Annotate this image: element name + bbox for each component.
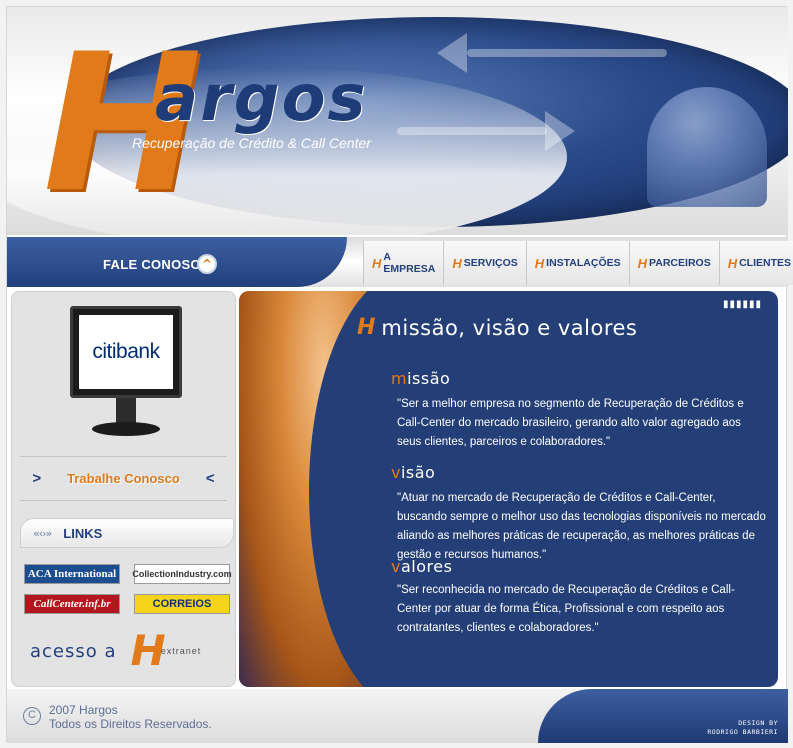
menu-item-label: SERVIÇOS: [463, 257, 518, 269]
monitor-screen: citibank: [79, 315, 173, 389]
menu-item-instalacoes[interactable]: H INSTALAÇÕES: [525, 241, 629, 285]
footer: C 2007 Hargos Todos os Direitos Reservad…: [7, 689, 788, 743]
left-sidebar: citibank > Trabalhe Conosco < «‹›» LINKS…: [11, 291, 236, 687]
panel-dots-icon: ▮▮▮▮▮▮: [722, 299, 762, 310]
menu-item-label: PARCEIROS: [649, 257, 711, 269]
links-header: «‹›» LINKS: [20, 518, 234, 548]
menu-item-label: CLIENTES: [739, 257, 792, 269]
menu-item-clientes[interactable]: H CLIENTES: [718, 241, 793, 285]
hargos-mini-icon: H: [637, 255, 648, 271]
copyright-text: 2007 Hargos Todos os Direitos Reservados…: [49, 703, 212, 731]
menu-item-label: A EMPRESA: [383, 251, 436, 275]
section-text-valores: "Ser reconhecida no mercado de Recuperaç…: [397, 584, 735, 634]
double-arrows-icon: «‹›»: [33, 526, 52, 540]
page: H argos Recuperação de Crédito & Call Ce…: [6, 6, 793, 743]
partner-collection-industry[interactable]: CollectionIndustry.com: [132, 564, 232, 584]
logo-word: argos: [155, 62, 368, 136]
client-logo: citibank: [92, 340, 160, 363]
menu-item-empresa[interactable]: H A EMPRESA: [363, 241, 444, 285]
hargos-mini-icon: H: [372, 255, 382, 271]
divider: [20, 456, 227, 457]
navbar: FALE CONOSCO ^ H A EMPRESA H SERVIÇOS H …: [7, 237, 793, 287]
monitor-image[interactable]: citibank: [70, 306, 182, 398]
copyright-icon: C: [23, 707, 41, 725]
chevron-left-icon: <: [205, 469, 215, 487]
section-heading-missao: missão: [391, 369, 450, 388]
designer-credit[interactable]: DESIGN BY RODRIGO BARBIERI: [707, 719, 778, 737]
main-menu: H A EMPRESA H SERVIÇOS H INSTALAÇÕES H P…: [363, 241, 793, 285]
arrow-left-head: [437, 33, 467, 73]
section-rest: isão: [400, 463, 436, 482]
partner-callcenter[interactable]: CallCenter.inf.br: [24, 594, 120, 614]
call-center-operator-image: [647, 87, 767, 207]
partner-correios[interactable]: CORREIOS: [134, 594, 230, 614]
access-label: acesso a: [30, 640, 117, 662]
header-banner: H argos Recuperação de Crédito & Call Ce…: [7, 7, 788, 235]
work-with-us-label: Trabalhe Conosco: [67, 470, 180, 486]
section-rest: issão: [407, 369, 451, 388]
menu-item-servicos[interactable]: H SERVIÇOS: [443, 241, 526, 285]
design-by-label: DESIGN BY: [738, 719, 778, 727]
arrow-left-decoration: [467, 49, 667, 57]
logo-tagline: Recuperação de Crédito & Call Center: [132, 135, 371, 151]
divider: [20, 500, 227, 501]
section-initial: m: [391, 369, 408, 388]
menu-item-label: INSTALAÇÕES: [546, 257, 621, 269]
links-title: LINKS: [63, 525, 103, 541]
hargos-mini-icon: H: [357, 315, 376, 340]
chevron-up-icon[interactable]: ^: [197, 254, 217, 274]
page-title-text: missão, visão e valores: [381, 315, 638, 340]
monitor-base: [92, 422, 160, 436]
section-text-missao: "Ser a melhor empresa no segmento de Rec…: [397, 398, 744, 448]
main-content-panel: ▮▮▮▮▮▮ H missão, visão e valores missão …: [239, 291, 778, 687]
menu-item-parceiros[interactable]: H PARCEIROS: [628, 241, 719, 285]
extranet-access-link[interactable]: acesso a H extranet: [30, 630, 201, 672]
section-initial: v: [391, 557, 401, 576]
section-heading-valores: valores: [391, 557, 452, 576]
partner-aca-international[interactable]: ACA International: [24, 564, 120, 584]
monitor-stand: [116, 398, 136, 424]
section-text-visao: "Atuar no mercado de Recuperação de Créd…: [397, 492, 766, 561]
page-title: H missão, visão e valores: [357, 315, 637, 340]
section-rest: alores: [400, 557, 453, 576]
section-heading-visao: visão: [391, 463, 435, 482]
hargos-mini-icon: H: [534, 255, 545, 271]
designer-name: RODRIGO BARBIERI: [707, 728, 778, 736]
chevron-right-icon: >: [32, 469, 42, 487]
hargos-mini-icon: H: [727, 255, 738, 271]
extranet-logo-word: extranet: [160, 646, 202, 656]
contact-link[interactable]: FALE CONOSCO: [103, 257, 211, 272]
copyright-line1: 2007 Hargos: [49, 703, 118, 717]
section-initial: v: [391, 463, 401, 482]
hargos-mini-icon: H: [452, 255, 462, 271]
copyright-line2: Todos os Direitos Reservados.: [49, 717, 212, 731]
work-with-us-link[interactable]: > Trabalhe Conosco <: [20, 464, 227, 492]
